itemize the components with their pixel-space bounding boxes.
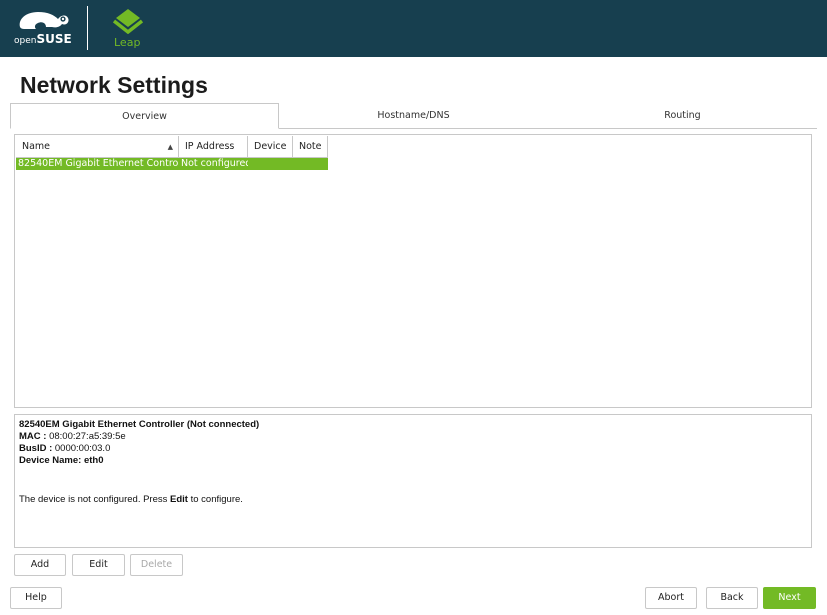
leap-leaf-icon [112, 9, 144, 34]
details-mac-label: MAC : [19, 431, 50, 442]
leap-logo: Leap [110, 8, 150, 50]
tab-routing[interactable]: Routing [548, 104, 817, 128]
header-bar: openSUSE Leap [0, 0, 827, 57]
delete-button[interactable]: Delete [130, 554, 183, 576]
column-header-ip-label: IP Address [185, 141, 235, 152]
details-title: 82540EM Gigabit Ethernet Controller (Not… [19, 419, 807, 431]
details-mac: MAC : 08:00:27:a5:39:5e [19, 431, 807, 443]
details-device-name: Device Name: eth0 [19, 455, 807, 467]
edit-button-label: Edit [89, 559, 108, 570]
next-button[interactable]: Next [763, 587, 816, 609]
cell-note [293, 158, 328, 170]
details-message-bold: Edit [170, 494, 188, 505]
cell-name: 82540EM Gigabit Ethernet Controller [18, 158, 179, 169]
help-button-label: Help [25, 592, 47, 603]
abort-button[interactable]: Abort [645, 587, 697, 609]
header-divider [87, 6, 88, 50]
column-header-device[interactable]: Device [248, 136, 293, 158]
details-busid-label: BusID : [19, 443, 55, 454]
back-button[interactable]: Back [706, 587, 758, 609]
edit-button[interactable]: Edit [72, 554, 125, 576]
column-header-name[interactable]: Name ▲ [16, 136, 179, 158]
details-device-name-label: Device Name: [19, 455, 84, 466]
details-message-post: to configure. [187, 494, 243, 505]
tab-hostname-dns-label: Hostname/DNS [377, 110, 450, 121]
column-header-device-label: Device [254, 141, 287, 152]
sort-ascending-icon: ▲ [167, 143, 173, 151]
opensuse-wordmark: openSUSE [14, 32, 72, 46]
delete-button-label: Delete [140, 559, 173, 570]
details-message: The device is not configured. Press Edit… [19, 494, 807, 506]
chameleon-icon [19, 12, 69, 29]
cell-ip-address: Not configured [181, 158, 248, 169]
page-title: Network Settings [20, 72, 208, 98]
table-row[interactable]: 82540EM Gigabit Ethernet Controller Not … [16, 158, 328, 170]
next-button-label: Next [778, 592, 801, 603]
tab-overview-label: Overview [122, 111, 167, 122]
table-header: Name ▲ IP Address Device Note [16, 136, 328, 158]
leap-wordmark: Leap [114, 36, 141, 49]
opensuse-logo: openSUSE [14, 9, 74, 47]
help-button[interactable]: Help [10, 587, 62, 609]
column-header-name-label: Name [22, 141, 51, 152]
add-button-label: Add [30, 559, 50, 570]
details-device-name-value: eth0 [83, 455, 104, 466]
tab-routing-label: Routing [664, 110, 701, 121]
details-mac-value: 08:00:27:a5:39:5e [49, 431, 126, 442]
column-header-ip-address[interactable]: IP Address [179, 136, 248, 158]
tab-overview[interactable]: Overview [10, 103, 279, 129]
add-button[interactable]: Add [14, 554, 66, 576]
abort-button-label: Abort [658, 592, 684, 603]
details-busid-value: 0000:00:03.0 [54, 443, 111, 454]
device-details-panel: 82540EM Gigabit Ethernet Controller (Not… [14, 414, 812, 548]
column-header-note[interactable]: Note [293, 136, 328, 158]
details-title-text: 82540EM Gigabit Ethernet Controller (Not… [19, 419, 260, 430]
column-header-note-label: Note [299, 141, 322, 152]
device-table[interactable]: Name ▲ IP Address Device Note 82540EM Gi… [14, 134, 812, 408]
details-message-pre: The device is not configured. Press [19, 494, 171, 505]
tab-hostname-dns[interactable]: Hostname/DNS [279, 104, 548, 128]
details-busid: BusID : 0000:00:03.0 [19, 443, 807, 455]
tab-bar: Overview Hostname/DNS Routing [10, 103, 817, 129]
back-button-label: Back [720, 592, 744, 603]
cell-device [248, 158, 293, 170]
